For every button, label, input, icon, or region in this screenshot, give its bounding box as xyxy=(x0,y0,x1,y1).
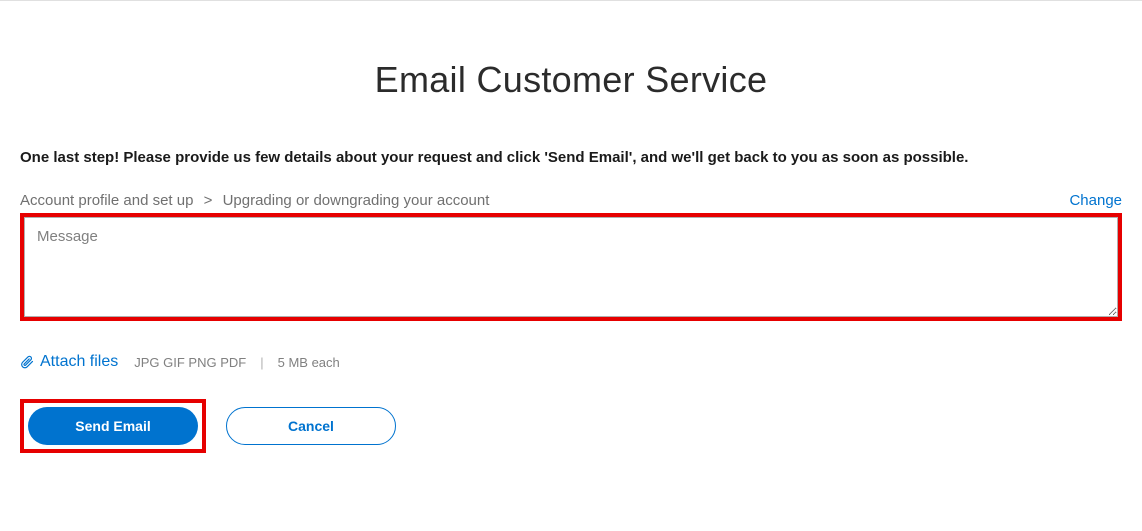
send-highlight: Send Email xyxy=(20,399,206,453)
attach-separator: | xyxy=(260,355,263,370)
message-textarea[interactable] xyxy=(24,217,1118,317)
breadcrumb-level1: Account profile and set up xyxy=(20,192,193,209)
breadcrumb-level2: Upgrading or downgrading your account xyxy=(223,192,490,209)
button-row: Send Email Cancel xyxy=(20,399,1122,453)
page-title: Email Customer Service xyxy=(20,59,1122,101)
attach-formats: JPG GIF PNG PDF xyxy=(134,355,246,370)
cancel-button[interactable]: Cancel xyxy=(226,407,396,445)
paperclip-icon xyxy=(20,355,34,369)
breadcrumb-separator: > xyxy=(204,192,213,209)
message-highlight xyxy=(20,213,1122,321)
breadcrumb: Account profile and set up > Upgrading o… xyxy=(20,192,489,209)
instruction-text: One last step! Please provide us few det… xyxy=(20,149,1122,166)
attach-files-link[interactable]: Attach files xyxy=(40,353,118,371)
change-link[interactable]: Change xyxy=(1069,192,1122,209)
attach-size-hint: 5 MB each xyxy=(278,355,340,370)
top-divider xyxy=(0,0,1142,1)
breadcrumb-row: Account profile and set up > Upgrading o… xyxy=(20,192,1122,209)
attach-row: Attach files JPG GIF PNG PDF | 5 MB each xyxy=(20,353,1122,371)
send-email-button[interactable]: Send Email xyxy=(28,407,198,445)
